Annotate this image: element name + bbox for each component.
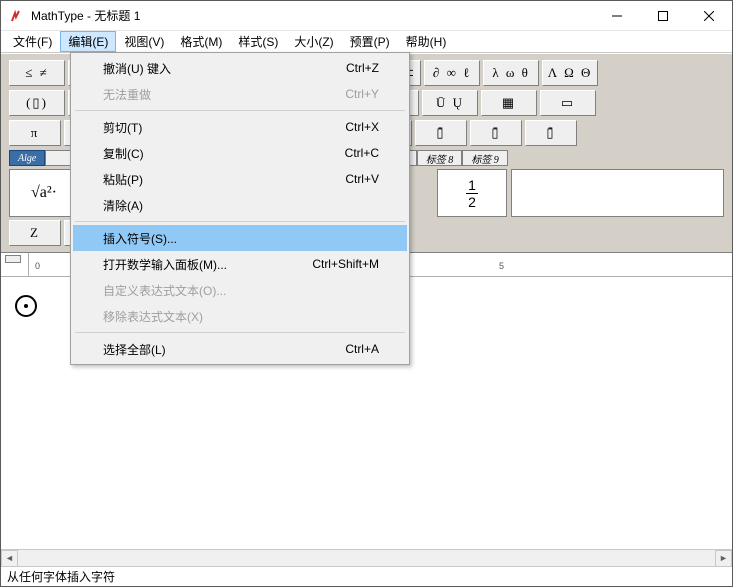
menu-label: 自定义表达式文本(O)... — [103, 282, 226, 299]
menu-math-input-panel[interactable]: 打开数学输入面板(M)... Ctrl+Shift+M — [73, 251, 407, 277]
menu-label: 插入符号(S)... — [103, 230, 177, 247]
template-cell[interactable]: ▭ — [540, 90, 596, 116]
menu-clear[interactable]: 清除(A) — [73, 192, 407, 218]
menu-label: 清除(A) — [103, 197, 143, 214]
fraction-denominator: 2 — [466, 195, 478, 209]
menu-undo[interactable]: 撤消(U) 键入 Ctrl+Z — [73, 55, 407, 81]
palette-cell[interactable]: ∂ ∞ ℓ — [424, 60, 480, 86]
small-cell[interactable]: ▯̄ — [415, 120, 467, 146]
scroll-left-button[interactable]: ◄ — [1, 550, 18, 567]
small-cell[interactable]: ▯̄ — [525, 120, 577, 146]
menu-shortcut: Ctrl+Z — [346, 61, 379, 75]
menu-shortcut: Ctrl+X — [345, 120, 379, 134]
menu-shortcut: Ctrl+V — [345, 172, 379, 186]
small-cell[interactable]: π — [9, 120, 61, 146]
preview-empty[interactable] — [511, 169, 724, 217]
menu-shortcut: Ctrl+Shift+M — [312, 257, 379, 271]
palette-tab[interactable]: Alge — [9, 150, 45, 166]
maximize-button[interactable] — [640, 1, 686, 31]
palette-tab-8[interactable]: 标签 8 — [417, 150, 463, 166]
template-cell[interactable]: (▯) — [9, 90, 65, 116]
menu-label: 剪切(T) — [103, 119, 142, 136]
menu-paste[interactable]: 粘贴(P) Ctrl+V — [73, 166, 407, 192]
menu-separator — [75, 110, 405, 111]
menu-insert-symbol[interactable]: 插入符号(S)... — [73, 225, 407, 251]
menu-label: 移除表达式文本(X) — [103, 308, 203, 325]
small-cell[interactable]: Z — [9, 220, 61, 246]
palette-cell[interactable]: λ ω θ — [483, 60, 539, 86]
menu-shortcut: Ctrl+A — [345, 342, 379, 356]
menu-label: 粘贴(P) — [103, 171, 143, 188]
menu-shortcut: Ctrl+C — [345, 146, 379, 160]
preview-fraction[interactable]: 1 2 — [437, 169, 507, 217]
menu-format[interactable]: 格式(M) — [172, 31, 230, 52]
palette-cell[interactable]: ≤ ≠ — [9, 60, 65, 86]
ruler-tick: 0 — [35, 261, 40, 271]
menubar: 文件(F) 编辑(E) 视图(V) 格式(M) 样式(S) 大小(Z) 预置(P… — [1, 31, 732, 53]
menu-label: 复制(C) — [103, 145, 144, 162]
equation-odot-symbol[interactable] — [15, 295, 37, 317]
palette-tab-9[interactable]: 标签 9 — [462, 150, 508, 166]
menu-file[interactable]: 文件(F) — [5, 31, 60, 52]
ruler-corner — [1, 253, 29, 276]
scroll-right-button[interactable]: ► — [715, 550, 732, 567]
minimize-button[interactable] — [594, 1, 640, 31]
app-icon — [9, 8, 25, 24]
menu-label: 撤消(U) 键入 — [103, 60, 171, 77]
menu-label: 无法重做 — [103, 86, 151, 103]
menu-size[interactable]: 大小(Z) — [286, 31, 341, 52]
small-cell[interactable]: ▯̄ — [470, 120, 522, 146]
menu-copy[interactable]: 复制(C) Ctrl+C — [73, 140, 407, 166]
menu-view[interactable]: 视图(V) — [116, 31, 172, 52]
menu-label: 打开数学输入面板(M)... — [103, 256, 227, 273]
close-button[interactable] — [686, 1, 732, 31]
palette-cell[interactable]: Λ Ω Θ — [542, 60, 598, 86]
horizontal-scrollbar[interactable]: ◄ ► — [1, 549, 732, 566]
menu-shortcut: Ctrl+Y — [345, 87, 379, 101]
menu-select-all[interactable]: 选择全部(L) Ctrl+A — [73, 336, 407, 362]
template-cell[interactable]: ▦ — [481, 90, 537, 116]
template-cell[interactable]: Ū Ų — [422, 90, 478, 116]
menu-custom-expression: 自定义表达式文本(O)... — [73, 277, 407, 303]
menu-separator — [75, 332, 405, 333]
preview-expression[interactable]: √a²· — [9, 169, 79, 217]
menu-style[interactable]: 样式(S) — [230, 31, 286, 52]
menu-prefs[interactable]: 预置(P) — [342, 31, 398, 52]
titlebar: MathType - 无标题 1 — [1, 1, 732, 31]
status-text: 从任何字体插入字符 — [7, 568, 115, 585]
scroll-track[interactable] — [18, 550, 715, 567]
menu-help[interactable]: 帮助(H) — [398, 31, 455, 52]
ruler-indent-marker[interactable] — [5, 255, 21, 263]
window-controls — [594, 1, 732, 31]
edit-menu-dropdown: 撤消(U) 键入 Ctrl+Z 无法重做 Ctrl+Y 剪切(T) Ctrl+X… — [70, 52, 410, 365]
menu-separator — [75, 221, 405, 222]
status-bar: 从任何字体插入字符 — [1, 566, 732, 586]
menu-label: 选择全部(L) — [103, 341, 166, 358]
menu-redo: 无法重做 Ctrl+Y — [73, 81, 407, 107]
window-title: MathType - 无标题 1 — [31, 7, 594, 24]
menu-edit[interactable]: 编辑(E) — [60, 31, 116, 52]
menu-cut[interactable]: 剪切(T) Ctrl+X — [73, 114, 407, 140]
menu-remove-expression: 移除表达式文本(X) — [73, 303, 407, 329]
fraction-numerator: 1 — [466, 178, 478, 192]
ruler-tick: 5 — [499, 261, 504, 271]
